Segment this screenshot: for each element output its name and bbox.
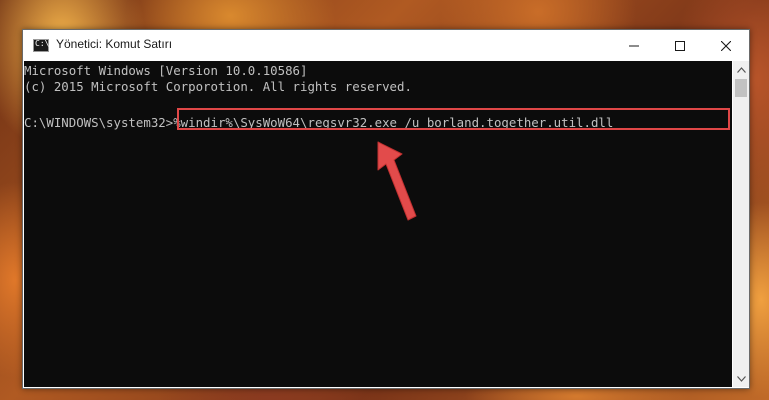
window-title: Yönetici: Komut Satırı [56, 37, 173, 51]
close-icon [721, 40, 731, 51]
maximize-button[interactable] [657, 30, 703, 61]
title-bar[interactable]: C:\ Yönetici: Komut Satırı [23, 30, 749, 61]
vertical-scrollbar[interactable] [733, 61, 749, 387]
console-output[interactable]: Microsoft Windows [Version 10.0.10586] (… [24, 61, 732, 387]
scroll-thumb[interactable] [735, 79, 747, 97]
minimize-icon [629, 45, 639, 46]
maximize-icon [675, 40, 685, 51]
chevron-down-icon [736, 375, 746, 382]
pointer-arrow-icon [377, 141, 417, 221]
command-highlight-box [177, 108, 730, 130]
cmd-icon: C:\ [33, 39, 49, 52]
close-button[interactable] [703, 30, 749, 61]
console-line-version: Microsoft Windows [Version 10.0.10586] [24, 63, 308, 78]
chevron-up-icon [736, 66, 746, 73]
scroll-down-button[interactable] [733, 370, 749, 387]
scroll-up-button[interactable] [733, 61, 749, 78]
minimize-button[interactable] [611, 30, 657, 61]
console-prompt: C:\WINDOWS\system32> [24, 115, 174, 130]
console-line-copyright: (c) 2015 Microsoft Corporotion. All righ… [24, 79, 412, 94]
